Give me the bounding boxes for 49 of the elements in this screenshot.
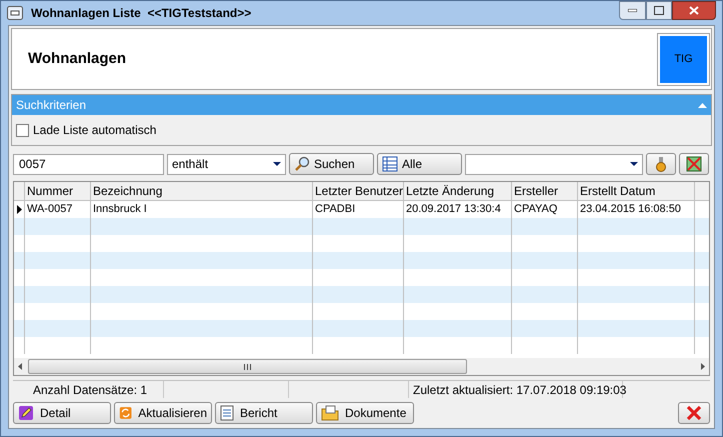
refresh-button[interactable]: Aktualisieren [114, 402, 212, 424]
operator-dropdown[interactable]: enthält [167, 154, 286, 174]
folder-icon [321, 405, 339, 421]
column-header[interactable]: Ersteller [512, 182, 578, 200]
dropdown-arrow-icon [273, 162, 281, 166]
minimize-button[interactable] [619, 1, 646, 20]
close-button[interactable] [672, 1, 716, 20]
record-count: Anzahl Datensätze: 1 [33, 382, 148, 398]
column-header[interactable]: Letzter Benutzer [313, 182, 404, 200]
pencil-icon [18, 405, 34, 421]
search-field[interactable]: 0057 [13, 154, 164, 174]
table-delete-icon [686, 156, 702, 172]
scroll-right-icon [701, 363, 705, 370]
table-icon [382, 156, 398, 172]
close-button[interactable] [678, 402, 710, 424]
documents-button[interactable]: Dokumente [316, 402, 414, 424]
horizontal-scrollbar[interactable] [14, 358, 709, 375]
last-updated: Zuletzt aktualisiert: 17.07.2018 09:19:03 [413, 382, 626, 398]
document-icon [220, 405, 234, 421]
detail-button[interactable]: Detail [13, 402, 111, 424]
window-icon [7, 6, 23, 20]
maximize-button[interactable] [646, 1, 672, 20]
settings-button[interactable] [646, 153, 676, 175]
scrollbar-thumb[interactable] [28, 359, 467, 374]
column-header[interactable]: Bezeichnung [91, 182, 313, 200]
maximize-icon [654, 6, 664, 14]
checkbox-label: Lade Liste automatisch [33, 122, 156, 139]
column-header[interactable]: Erstellt Datum [578, 182, 695, 200]
page-title: Wohnanlagen [28, 48, 126, 69]
close-icon [686, 405, 702, 421]
column-header[interactable]: Letzte Änderung [404, 182, 512, 200]
checkbox[interactable] [16, 124, 29, 136]
grip-icon [244, 364, 251, 370]
column-header[interactable]: Nummer [25, 182, 91, 200]
clear-filter-button[interactable] [679, 153, 709, 175]
minimize-icon [628, 8, 637, 12]
dropdown-arrow-icon [630, 162, 638, 166]
collapse-icon [698, 102, 707, 108]
dropdown[interactable] [465, 154, 643, 174]
search-button[interactable]: Suchen [289, 153, 374, 175]
all-button[interactable]: Alle [377, 153, 462, 175]
logo: TIG [658, 34, 709, 84]
window-title: Wohnanlagen Liste <<TIGTeststand>> [31, 5, 252, 22]
row-pointer-icon [16, 205, 22, 214]
report-button[interactable]: Bericht [215, 402, 313, 424]
refresh-icon [119, 405, 132, 421]
scroll-left-icon [18, 363, 22, 370]
close-icon [689, 6, 699, 14]
search-icon [294, 156, 310, 172]
